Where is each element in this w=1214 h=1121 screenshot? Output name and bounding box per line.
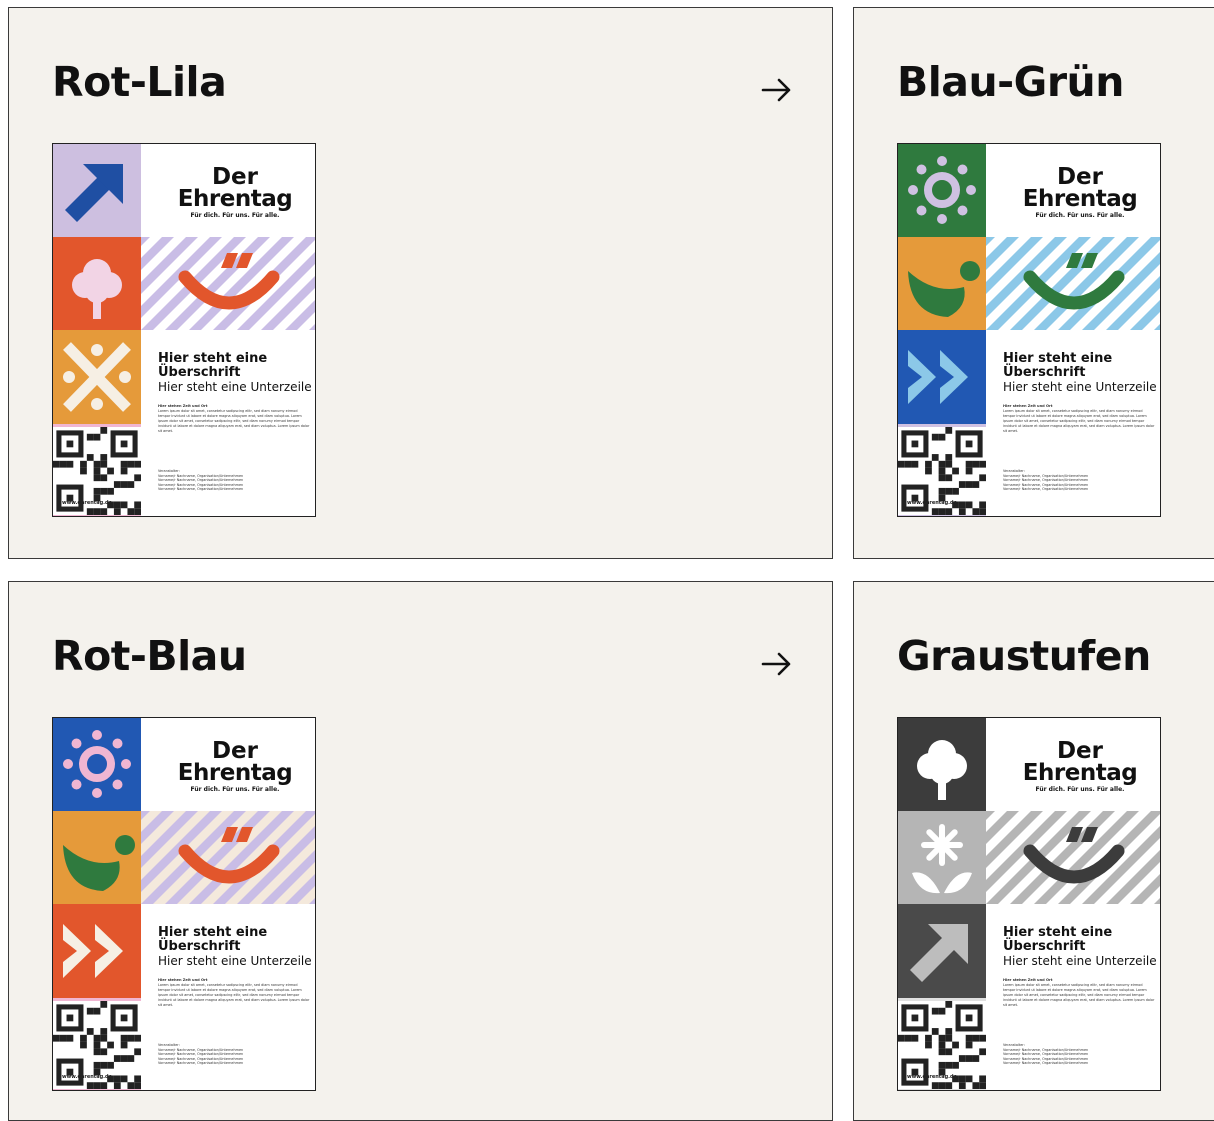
arrow-up-right-icon	[64, 164, 123, 223]
poster-headline-text: Hier steht eine Überschrift	[1003, 925, 1113, 954]
poster-tile-2	[898, 237, 986, 330]
leaf-dot-icon	[908, 261, 980, 317]
brand-tagline: Für dich. Für uns. Für alle.	[1035, 212, 1125, 219]
flower-icon	[912, 824, 972, 894]
arrow-right-icon[interactable]	[757, 70, 797, 110]
poster-headline: Hier steht eine Überschrift Hier steht e…	[158, 926, 313, 969]
poster-body: Hier stehen Zeit und Ort Lorem ipsum dol…	[1003, 978, 1155, 1008]
poster-brand: Der Ehrentag Für dich. Für uns. Für alle…	[1010, 740, 1150, 794]
poster-tile-4: Der Ehrentag ist eine gemeinsame Initiat…	[53, 998, 141, 1090]
poster-tile-1	[53, 718, 141, 811]
poster-tile-4: Der Ehrentag ist eine gemeinsame Initiat…	[53, 424, 141, 516]
poster-tile-3	[53, 904, 141, 998]
brand-line-1: Der	[211, 738, 259, 764]
poster-body: Hier stehen Zeit und Ort Lorem ipsum dol…	[158, 978, 310, 1008]
poster-tile-1	[898, 144, 986, 237]
poster-tile-1	[898, 718, 986, 811]
poster-tile-2	[53, 237, 141, 330]
poster-brand: Der Ehrentag Für dich. Für uns. Für alle…	[1010, 166, 1150, 220]
card-title: Rot-Blau	[52, 632, 247, 680]
poster-body-text: Lorem ipsum dolor sit amet, consetetur s…	[158, 409, 310, 433]
poster-tile-2	[898, 811, 986, 904]
poster-body-text: Lorem ipsum dolor sit amet, consetetur s…	[1003, 983, 1155, 1007]
brand-line-2: Ehrentag	[1022, 186, 1138, 212]
poster-body: Hier stehen Zeit und Ort Lorem ipsum dol…	[1003, 404, 1155, 434]
double-chevron-icon	[63, 924, 123, 978]
card-rot-lila[interactable]: Rot-Lila Der Ehrentag ist eine gemeinsam…	[8, 7, 833, 559]
poster-subline: Hier steht eine Unterzeile	[1003, 954, 1157, 968]
poster-headline-text: Hier steht eine Überschrift	[158, 351, 268, 380]
poster-tile-3	[898, 904, 986, 998]
poster-body: Hier stehen Zeit und Ort Lorem ipsum dol…	[158, 404, 310, 434]
tree-icon	[72, 259, 122, 319]
stripe-smile-graphic	[141, 237, 315, 330]
poster-brand: Der Ehrentag Für dich. Für uns. Für alle…	[165, 740, 305, 794]
stripe-smile-graphic	[986, 237, 1160, 330]
card-graustufen[interactable]: Graustufen Der Ehrentag ist eine gemeins…	[853, 581, 1214, 1121]
brand-line-2: Ehrentag	[177, 760, 293, 786]
poster-url: www.ehrentag.de	[907, 500, 958, 506]
poster-tile-3	[53, 330, 141, 424]
brand-line-2: Ehrentag	[177, 186, 293, 212]
poster-url: www.ehrentag.de	[62, 1074, 113, 1080]
poster-brand: Der Ehrentag Für dich. Für uns. Für alle…	[165, 166, 305, 220]
card-title: Rot-Lila	[52, 58, 227, 106]
poster-preview[interactable]: Der Ehrentag ist eine gemeinsame Initiat…	[897, 143, 1161, 517]
brand-line-1: Der	[211, 164, 259, 190]
sun-icon	[63, 730, 131, 798]
arrow-up-right-icon	[909, 924, 968, 983]
card-blau-gruen[interactable]: Blau-Grün Der Ehrentag ist eine gemeinsa…	[853, 7, 1214, 559]
double-chevron-icon	[908, 350, 968, 404]
poster-body-text: Lorem ipsum dolor sit amet, consetetur s…	[1003, 409, 1155, 433]
brand-tagline: Für dich. Für uns. Für alle.	[1035, 786, 1125, 793]
poster-subline: Hier steht eine Unterzeile	[158, 380, 312, 394]
brand-line-2: Ehrentag	[1022, 760, 1138, 786]
poster-headline: Hier steht eine Überschrift Hier steht e…	[1003, 352, 1158, 395]
poster-preview[interactable]: Der Ehrentag ist eine gemeinsame Initiat…	[897, 717, 1161, 1091]
arrow-right-icon[interactable]	[757, 644, 797, 684]
sun-icon	[908, 156, 976, 224]
poster-url: www.ehrentag.de	[62, 500, 113, 506]
card-title: Graustufen	[897, 632, 1151, 680]
brand-tagline: Für dich. Für uns. Für alle.	[190, 786, 280, 793]
poster-preview[interactable]: Der Ehrentag ist eine gemeinsame Initiat…	[52, 717, 316, 1091]
poster-tile-4: Der Ehrentag ist eine gemeinsame Initiat…	[898, 424, 986, 516]
poster-tile-3	[898, 330, 986, 424]
poster-organizers: Veranstalter: Vorname/r Nachname, Organi…	[158, 1043, 244, 1066]
poster-body-text: Lorem ipsum dolor sit amet, consetetur s…	[158, 983, 310, 1007]
poster-headline-text: Hier steht eine Überschrift	[1003, 351, 1113, 380]
poster-organizers: Veranstalter: Vorname/r Nachname, Organi…	[1003, 1043, 1089, 1066]
poster-organizers: Veranstalter: Vorname/r Nachname, Organi…	[1003, 469, 1089, 492]
card-title: Blau-Grün	[897, 58, 1124, 106]
poster-tile-4: Der Ehrentag ist eine gemeinsame Initiat…	[898, 998, 986, 1090]
poster-subline: Hier steht eine Unterzeile	[1003, 380, 1157, 394]
poster-organizers: Veranstalter: Vorname/r Nachname, Organi…	[158, 469, 244, 492]
stripe-smile-graphic	[141, 811, 315, 904]
poster-url: www.ehrentag.de	[907, 1074, 958, 1080]
card-rot-blau[interactable]: Rot-Blau Der Ehrentag ist eine gemeinsam…	[8, 581, 833, 1121]
poster-tile-2	[53, 811, 141, 904]
brand-line-1: Der	[1056, 738, 1104, 764]
brand-line-1: Der	[1056, 164, 1104, 190]
poster-tile-1	[53, 144, 141, 237]
poster-headline-text: Hier steht eine Überschrift	[158, 925, 268, 954]
stripe-smile-graphic	[986, 811, 1160, 904]
poster-subline: Hier steht eine Unterzeile	[158, 954, 312, 968]
leaf-dot-icon	[63, 835, 135, 891]
poster-headline: Hier steht eine Überschrift Hier steht e…	[158, 352, 313, 395]
poster-headline: Hier steht eine Überschrift Hier steht e…	[1003, 926, 1158, 969]
tree-icon	[917, 740, 967, 800]
poster-preview[interactable]: Der Ehrentag ist eine gemeinsame Initiat…	[52, 143, 316, 517]
x-flower-icon	[63, 342, 131, 412]
brand-tagline: Für dich. Für uns. Für alle.	[190, 212, 280, 219]
